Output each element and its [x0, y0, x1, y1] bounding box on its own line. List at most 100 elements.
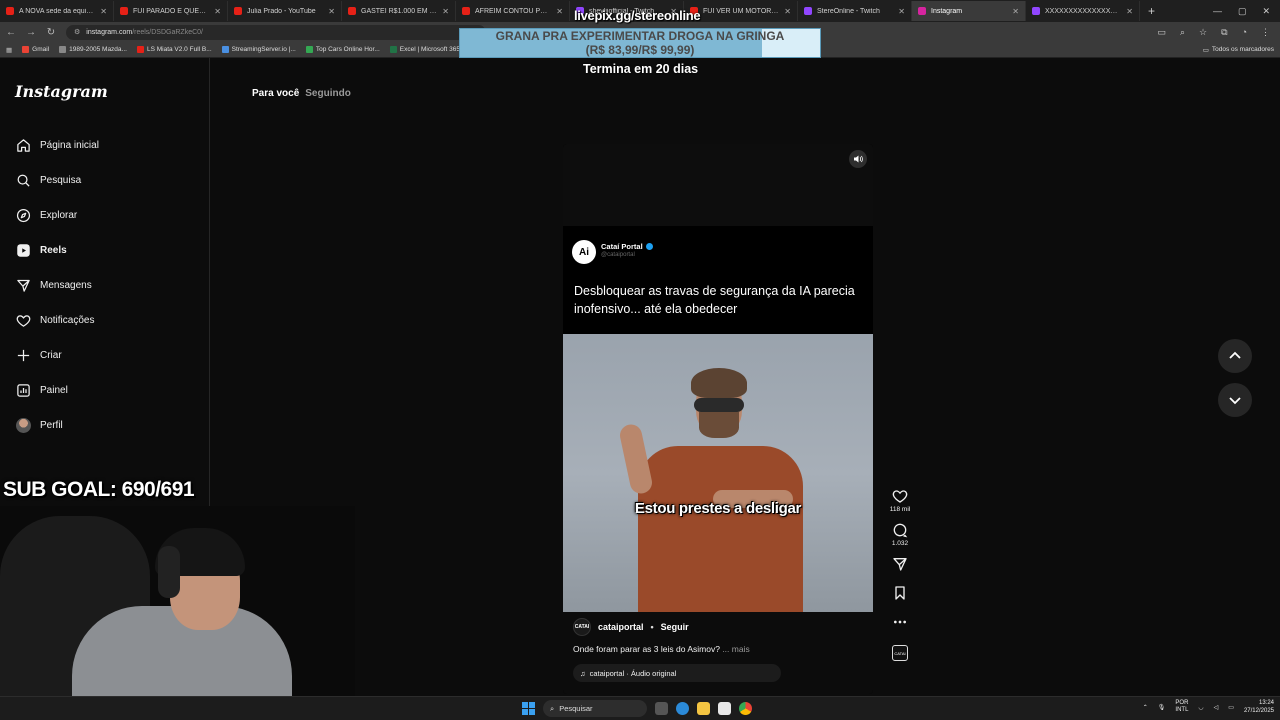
file-explorer-icon[interactable] — [697, 702, 710, 715]
sidebar-item-label: Criar — [40, 350, 62, 361]
sidebar-item-label: Perfil — [40, 420, 63, 431]
tab-favicon-icon — [918, 7, 926, 15]
more-icon[interactable] — [892, 614, 908, 630]
store-icon[interactable] — [718, 702, 731, 715]
windows-start-icon[interactable] — [522, 702, 535, 715]
more-action — [892, 614, 908, 630]
bookmark-item[interactable]: 1989-2005 Mazda... — [59, 46, 127, 53]
bookmark-star-icon[interactable]: ☆ — [1199, 27, 1207, 38]
browser-tab[interactable]: AFREIM CONTOU PORQUE F ✕ — [456, 1, 570, 21]
sidebar-item[interactable]: Mensagens — [0, 268, 210, 303]
browser-tab[interactable]: StereOnline - Twitch ✕ — [798, 1, 912, 21]
tray-chevron-icon[interactable]: ⌃ — [1143, 704, 1148, 711]
overlay-goal-banner: GRANA PRA EXPERIMENTAR DROGA NA GRINGA (… — [459, 28, 821, 58]
goal-title: GRANA PRA EXPERIMENTAR DROGA NA GRINGA — [495, 29, 785, 43]
minimize-button[interactable]: — — [1213, 6, 1222, 17]
sidebar-item[interactable]: Reels — [0, 233, 210, 268]
sidebar-item[interactable]: Painel — [0, 373, 210, 408]
back-button[interactable]: ← — [6, 27, 16, 38]
card-channel-name: Cataí Portal — [601, 242, 653, 251]
all-bookmarks[interactable]: ▭ Todos os marcadores — [1203, 46, 1274, 54]
tab-close-icon[interactable]: ✕ — [214, 7, 221, 16]
sidebar-item[interactable]: Perfil — [0, 408, 210, 443]
clock-date: 27/12/2025 — [1243, 708, 1274, 714]
sidebar-item[interactable]: Criar — [0, 338, 210, 373]
heart-icon[interactable] — [892, 488, 908, 504]
tab-close-icon[interactable]: ✕ — [784, 7, 791, 16]
tab-close-icon[interactable]: ✕ — [1126, 7, 1133, 16]
comment-icon[interactable] — [892, 522, 908, 538]
taskbar-search[interactable]: ⌕ Pesquisar — [543, 700, 647, 717]
forward-button[interactable]: → — [26, 27, 36, 38]
cast-icon[interactable]: ▭ — [1157, 27, 1166, 38]
browser-tab[interactable]: Instagram ✕ — [912, 1, 1026, 21]
site-info-icon[interactable]: ⚙ — [74, 28, 80, 36]
bookmark-label: Excel | Microsoft 365 — [399, 46, 460, 53]
audio-thumbnail[interactable]: CATAI — [892, 645, 908, 661]
share-icon[interactable] — [892, 556, 908, 572]
sidebar-item[interactable]: Notificações — [0, 303, 210, 338]
bookmark-item[interactable]: Excel | Microsoft 365 — [389, 46, 460, 53]
browser-tab[interactable]: FUI PARADO E QUESTIONAD ✕ — [114, 1, 228, 21]
reel-player[interactable]: Ai Cataí Portal @cataiportal Desbloquear… — [563, 144, 873, 694]
bookmark-item[interactable]: Gmail — [22, 46, 49, 53]
task-view-icon[interactable] — [655, 702, 668, 715]
tab-title: Julia Prado - YouTube — [247, 7, 316, 15]
volume-icon[interactable] — [849, 150, 867, 168]
input-language[interactable]: POR INTL — [1175, 700, 1188, 714]
audio-link[interactable]: ♫ cataiportal · Áudio original — [573, 664, 781, 682]
close-window-button[interactable]: ✕ — [1262, 6, 1270, 17]
instagram-logo[interactable]: Instagram — [15, 82, 108, 101]
profile-icon[interactable]: ◔ — [1242, 27, 1247, 38]
heart-icon — [15, 313, 31, 329]
clock[interactable]: 13:24 27/12/2025 — [1244, 699, 1274, 715]
new-tab-button[interactable]: + — [1140, 4, 1163, 18]
author-username[interactable]: cataiportal — [598, 622, 644, 632]
chrome-icon[interactable] — [739, 702, 752, 715]
edge-icon[interactable] — [676, 702, 689, 715]
battery-icon[interactable]: ▭ — [1228, 704, 1234, 711]
video-frame[interactable]: Estou prestes a desligar — [563, 334, 873, 612]
url-field[interactable]: ⚙ instagram.com/reels/DSDGaRZkeC0/ — [66, 24, 486, 40]
browser-tab[interactable]: XXXXXXXXXXXXXXXXXXXXXXX ✕ — [1026, 1, 1140, 21]
apps-icon[interactable]: ▦ — [6, 46, 12, 54]
like-action: 118 mil — [890, 488, 910, 513]
sidebar-item[interactable]: Explorar — [0, 198, 210, 233]
reload-button[interactable]: ↻ — [46, 27, 56, 38]
author-avatar[interactable]: CATAI — [573, 618, 591, 636]
extensions-icon[interactable]: ⧉ — [1221, 27, 1227, 38]
sidebar-item-label: Painel — [40, 385, 68, 396]
bookmark-item[interactable]: Top Cars Online Hor... — [305, 46, 380, 53]
zoom-icon[interactable]: ⌕ — [1180, 27, 1185, 38]
tab-close-icon[interactable]: ✕ — [898, 7, 905, 16]
sidebar-item[interactable]: Pesquisa — [0, 163, 210, 198]
menu-icon[interactable]: ⋮ — [1261, 27, 1270, 38]
url-path: /reels/DSDGaRZkeC0/ — [132, 28, 203, 36]
browser-tab[interactable]: FUI VER UM MOTORHOME D ✕ — [684, 1, 798, 21]
sidebar-item[interactable]: Página inicial — [0, 128, 210, 163]
browser-tab[interactable]: A NOVA sede da equipe Arro ✕ — [0, 1, 114, 21]
reel-info: CATAI cataiportal • Seguir Onde foram pa… — [563, 612, 873, 694]
tab-close-icon[interactable]: ✕ — [100, 7, 107, 16]
volume-tray-icon[interactable]: ◁ — [1214, 704, 1219, 711]
bookmark-item[interactable]: StreamingServer.io |... — [221, 46, 296, 53]
tab-title: FUI PARADO E QUESTIONAD — [133, 7, 209, 15]
tab-close-icon[interactable]: ✕ — [1012, 7, 1019, 16]
tab-close-icon[interactable]: ✕ — [442, 7, 449, 16]
bookmark-label: StreamingServer.io |... — [231, 46, 296, 53]
microphone-icon[interactable]: 🎙 — [1158, 704, 1166, 711]
tab-following[interactable]: Seguindo — [305, 88, 351, 99]
maximize-button[interactable]: ▢ — [1238, 6, 1247, 17]
browser-tab[interactable]: GASTEI R$1.000 EM PRESENT ✕ — [342, 1, 456, 21]
browser-tab[interactable]: Julia Prado - YouTube ✕ — [228, 1, 342, 21]
bookmark-item[interactable]: LS Miata V2.0 Full B... — [136, 46, 212, 53]
bookmark-icon[interactable] — [892, 585, 908, 601]
follow-button[interactable]: Seguir — [661, 622, 689, 632]
tab-for-you[interactable]: Para você — [252, 88, 299, 99]
tab-close-icon[interactable]: ✕ — [556, 7, 563, 16]
next-reel-button[interactable] — [1218, 383, 1252, 417]
previous-reel-button[interactable] — [1218, 339, 1252, 373]
network-icon[interactable]: ◡ — [1198, 704, 1203, 711]
tab-close-icon[interactable]: ✕ — [328, 7, 335, 16]
caption-more-link[interactable]: ... mais — [722, 644, 749, 654]
